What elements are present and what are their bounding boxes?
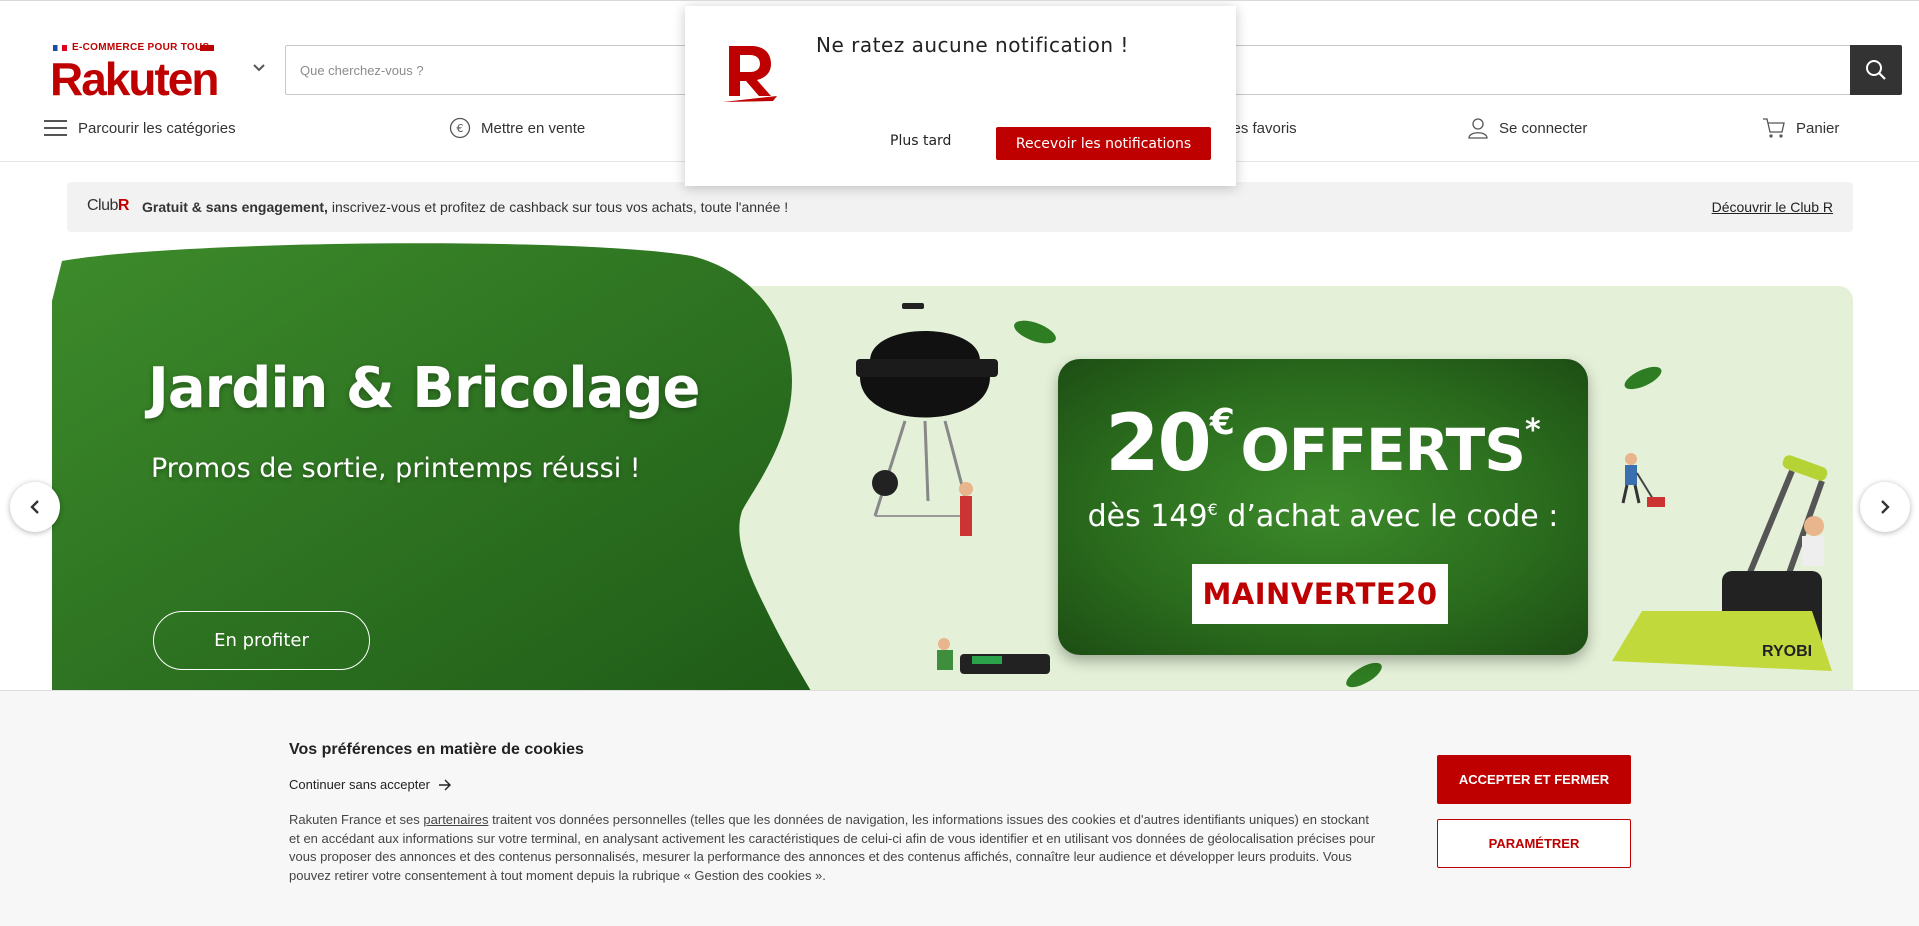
promo-card: 20€ OFFERTS* dès 149€ d’achat avec le co… bbox=[1058, 359, 1588, 655]
search-button[interactable] bbox=[1850, 45, 1902, 95]
carousel-prev-button[interactable] bbox=[10, 482, 60, 532]
logo-wordmark: Rakuten bbox=[50, 53, 219, 105]
euro-circle-icon: € bbox=[449, 117, 471, 139]
promo-amount-currency: € bbox=[1209, 402, 1235, 443]
hero-title: Jardin & Bricolage bbox=[148, 356, 700, 421]
promo-amount: 20€ OFFERTS* bbox=[1058, 399, 1588, 489]
notification-popup: Ne ratez aucune notification ! Plus tard… bbox=[685, 6, 1236, 186]
page: E-COMMERCE POUR TOUS Rakuten Que cherche… bbox=[0, 0, 1919, 926]
continue-label: Continuer sans accepter bbox=[289, 777, 430, 792]
cart-icon bbox=[1763, 118, 1785, 138]
hero-subtitle: Promos de sortie, printemps réussi ! bbox=[151, 453, 641, 484]
partners-link[interactable]: partenaires bbox=[423, 812, 488, 827]
chevron-left-icon bbox=[30, 500, 39, 514]
mower-brand-text: RYOBI bbox=[1762, 643, 1812, 660]
nav-login-label: Se connecter bbox=[1499, 119, 1588, 137]
promo-amount-value: 20 bbox=[1105, 399, 1212, 489]
continue-without-accepting-link[interactable]: Continuer sans accepter bbox=[289, 777, 452, 792]
hero-banner[interactable]: Jardin & Bricolage Promos de sortie, pri… bbox=[52, 241, 1853, 691]
chevron-right-icon bbox=[1881, 500, 1890, 514]
user-icon bbox=[1468, 118, 1488, 139]
club-logo-text: Club bbox=[87, 197, 118, 214]
arrow-right-icon bbox=[438, 779, 451, 790]
club-logo-r: R bbox=[117, 197, 130, 214]
person-with-drill-image bbox=[937, 638, 1050, 674]
logo-red-bar bbox=[200, 45, 214, 51]
club-r-body-text: inscrivez-vous et profitez de cashback s… bbox=[327, 199, 789, 215]
club-r-text: Gratuit & sans engagement, inscrivez-vou… bbox=[142, 199, 788, 215]
cookie-title: Vos préférences en matière de cookies bbox=[289, 741, 584, 758]
promo-condition-suffix: d’achat avec le code : bbox=[1217, 499, 1559, 534]
notification-message: Ne ratez aucune notification ! bbox=[816, 33, 1129, 57]
search-icon bbox=[1866, 60, 1886, 80]
cookie-body-text: Rakuten France et ses partenaires traite… bbox=[289, 811, 1379, 885]
cookie-settings-button[interactable]: PARAMÉTRER bbox=[1437, 819, 1631, 868]
nav-cart-label: Panier bbox=[1796, 119, 1840, 137]
nav-login[interactable]: Se connecter bbox=[1467, 113, 1587, 143]
promo-condition-currency: € bbox=[1207, 500, 1218, 519]
club-r-logo: ClubR bbox=[87, 197, 129, 215]
en-profiter-button[interactable]: En profiter bbox=[153, 611, 370, 670]
cookie-body-prefix: Rakuten France et ses bbox=[289, 812, 424, 827]
nav-categories[interactable]: Parcourir les catégories bbox=[44, 113, 236, 143]
promo-code: MAINVERTE20 bbox=[1192, 564, 1448, 624]
chevron-down-icon[interactable] bbox=[252, 61, 266, 75]
carousel-next-button[interactable] bbox=[1860, 482, 1910, 532]
hamburger-icon bbox=[44, 120, 67, 136]
club-r-banner: ClubR Gratuit & sans engagement, inscriv… bbox=[67, 182, 1853, 232]
french-flag-icon bbox=[53, 45, 67, 51]
nav-cart[interactable]: Panier bbox=[1762, 113, 1839, 143]
discover-club-r-link[interactable]: Découvrir le Club R bbox=[1712, 199, 1833, 215]
nav-categories-label: Parcourir les catégories bbox=[78, 119, 236, 137]
club-r-bold-text: Gratuit & sans engagement, bbox=[142, 199, 328, 215]
promo-condition-prefix: dès 149 bbox=[1087, 499, 1208, 534]
receive-notifications-button[interactable]: Recevoir les notifications bbox=[996, 127, 1211, 160]
later-button[interactable]: Plus tard bbox=[890, 133, 951, 149]
nav-sell[interactable]: € Mettre en vente bbox=[449, 113, 585, 143]
barbecue-grill-image bbox=[856, 303, 998, 536]
promo-asterisk: * bbox=[1525, 413, 1541, 448]
promo-condition: dès 149€ d’achat avec le code : bbox=[1058, 499, 1588, 534]
rakuten-r-logo-icon bbox=[723, 46, 777, 102]
ryobi-lawnmower-image: RYOBI bbox=[1612, 455, 1832, 671]
accept-and-close-button[interactable]: ACCEPTER ET FERMER bbox=[1437, 755, 1631, 804]
promo-offer-label: OFFERTS bbox=[1240, 416, 1526, 484]
leaf-icon bbox=[1624, 366, 1662, 390]
leaf-icon bbox=[1346, 662, 1382, 688]
svg-text:€: € bbox=[457, 122, 464, 135]
nav-sell-label: Mettre en vente bbox=[481, 119, 586, 137]
cookie-consent-banner: Vos préférences en matière de cookies Co… bbox=[0, 690, 1919, 926]
rakuten-logo[interactable]: E-COMMERCE POUR TOUS Rakuten bbox=[50, 42, 219, 105]
